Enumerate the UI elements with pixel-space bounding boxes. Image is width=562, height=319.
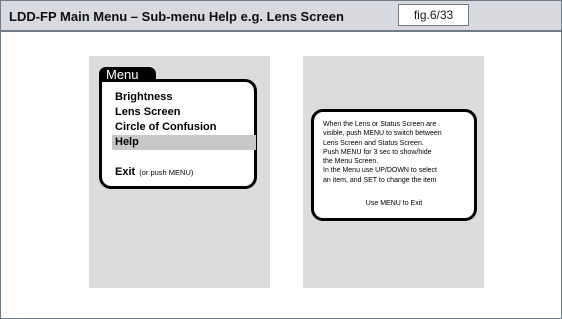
figure-frame: LDD-FP Main Menu – Sub-menu Help e.g. Le… (0, 0, 562, 319)
help-line: visible, push MENU to switch between (323, 130, 442, 138)
menu-screen-panel: Menu Brightness Lens Screen Circle of Co… (89, 56, 270, 288)
menu-item-help[interactable]: Help (112, 135, 256, 150)
figure-title: LDD-FP Main Menu – Sub-menu Help e.g. Le… (9, 9, 344, 24)
help-screen-panel: When the Lens or Status Screen are visib… (303, 56, 484, 288)
help-box: When the Lens or Status Screen are visib… (311, 109, 477, 221)
menu-item-circle-of-confusion[interactable]: Circle of Confusion (112, 120, 256, 135)
help-line: Lens Screen and Status Screen. (323, 139, 424, 147)
help-text: When the Lens or Status Screen are visib… (323, 120, 473, 185)
help-line: In the Menu use UP/DOWN to select (323, 167, 437, 175)
title-bar: LDD-FP Main Menu – Sub-menu Help e.g. Le… (1, 1, 561, 32)
menu-list: Brightness Lens Screen Circle of Confusi… (112, 90, 256, 150)
figure-number-badge: fig.6/33 (398, 4, 469, 26)
menu-item-brightness[interactable]: Brightness (112, 90, 256, 105)
help-line: an item, and SET to change the item (323, 176, 437, 184)
menu-item-lens-screen[interactable]: Lens Screen (112, 105, 256, 120)
title-divider (1, 30, 561, 32)
menu-exit[interactable]: Exit (or push MENU) (115, 162, 193, 180)
help-line: the Menu Screen. (323, 158, 379, 166)
menu-box: Brightness Lens Screen Circle of Confusi… (99, 79, 257, 189)
help-line: Push MENU for 3 sec to show/hide (323, 148, 432, 156)
menu-exit-hint: (or push MENU) (139, 168, 194, 177)
menu-exit-label: Exit (115, 166, 136, 178)
help-exit-hint: Use MENU to Exit (365, 200, 423, 207)
help-line: When the Lens or Status Screen are (323, 121, 437, 128)
